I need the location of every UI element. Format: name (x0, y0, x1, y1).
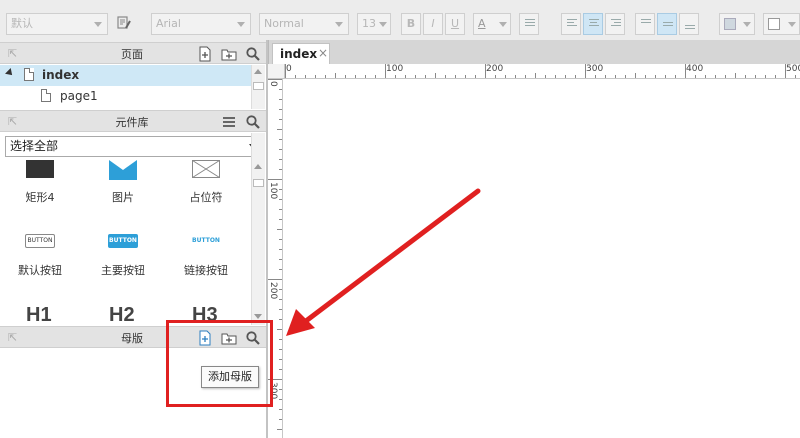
annotation-arrow-icon (286, 188, 481, 336)
